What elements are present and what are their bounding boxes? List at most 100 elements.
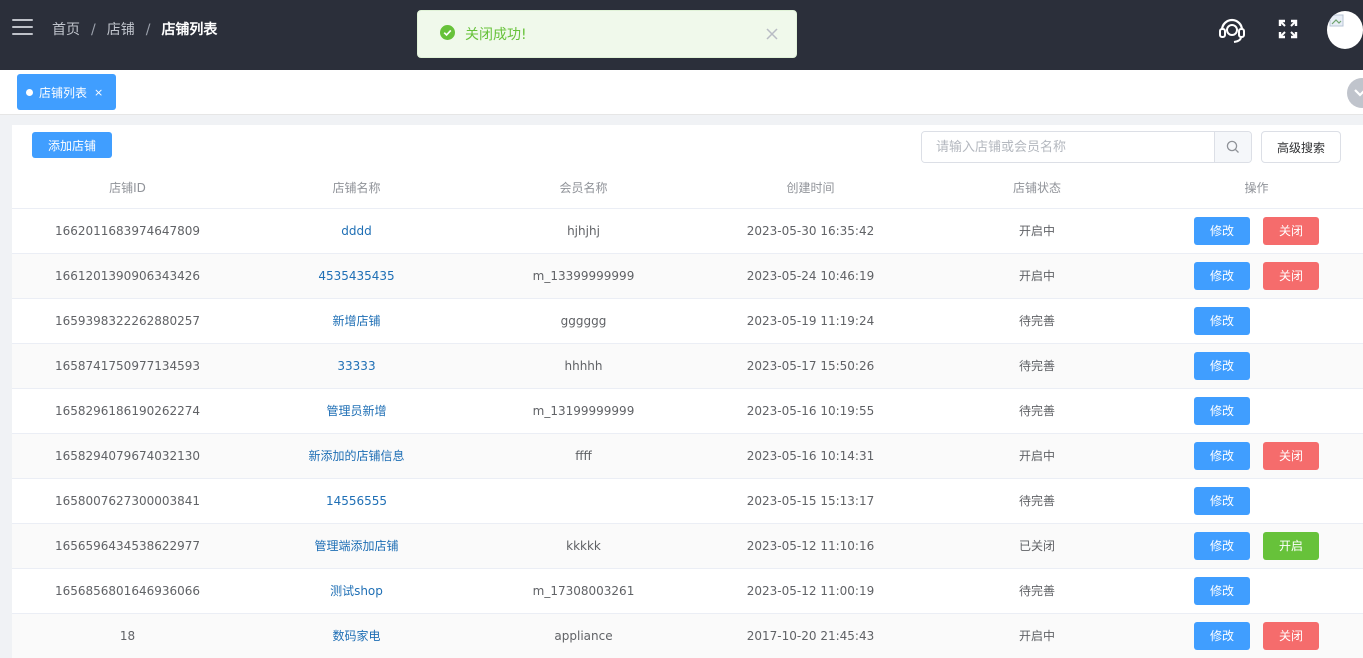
shop-name-link[interactable]: 测试shop	[330, 584, 383, 598]
member-name-cell: m_13199999999	[470, 388, 697, 434]
edit-button[interactable]: 修改	[1194, 486, 1250, 515]
shop-id-cell: 1658294079674032130	[12, 433, 243, 479]
action-group: 修改 开启	[1194, 531, 1319, 560]
shop-id-cell: 1658007627300003841	[12, 478, 243, 524]
shop-status-cell: 待完善	[924, 568, 1150, 614]
breadcrumb-current: 店铺列表	[161, 22, 218, 38]
close-shop-button[interactable]: 关闭	[1263, 621, 1319, 650]
actions-cell: 修改	[1150, 388, 1363, 434]
edit-button[interactable]: 修改	[1194, 351, 1250, 380]
close-icon[interactable]	[764, 26, 780, 42]
shop-id-cell: 1656856801646936066	[12, 568, 243, 614]
shop-status-cell: 待完善	[924, 388, 1150, 434]
created-time-cell: 2023-05-12 11:10:16	[697, 523, 924, 569]
action-group: 修改	[1194, 486, 1319, 515]
shop-name-link[interactable]: 14556555	[326, 494, 387, 508]
edit-button[interactable]: 修改	[1194, 306, 1250, 335]
action-group: 修改	[1194, 576, 1319, 605]
breadcrumb-home[interactable]: 首页	[52, 22, 80, 38]
shop-name-cell: 数码家电	[243, 613, 470, 658]
headset-icon[interactable]	[1215, 12, 1249, 46]
created-time-cell: 2023-05-30 16:35:42	[697, 208, 924, 254]
actions-cell: 修改 关闭	[1150, 613, 1363, 658]
success-icon	[440, 25, 455, 43]
table-row: 18 数码家电 appliance 2017-10-20 21:45:43 开启中 修改关…	[12, 613, 1363, 658]
shop-id-cell: 1661201390906343426	[12, 253, 243, 299]
shop-name-link[interactable]: 33333	[337, 359, 375, 373]
breadcrumb-shop[interactable]: 店铺	[107, 22, 135, 38]
action-group: 修改	[1194, 306, 1319, 335]
edit-button[interactable]: 修改	[1194, 441, 1250, 470]
shop-name-link[interactable]: 管理员新增	[326, 404, 386, 418]
shop-status-cell: 开启中	[924, 253, 1150, 299]
active-dot-icon	[26, 88, 33, 96]
table-row: 1656856801646936066 测试shop m_17308003261 20…	[12, 568, 1363, 614]
table-row: 1656596434538622977 管理端添加店铺 kkkkk 2023-05-1…	[12, 523, 1363, 569]
shop-id-cell: 1656596434538622977	[12, 523, 243, 569]
search-icon[interactable]	[1214, 132, 1251, 162]
action-group: 修改 关闭	[1194, 621, 1319, 650]
shop-id-cell: 18	[12, 613, 243, 658]
edit-button[interactable]: 修改	[1194, 216, 1250, 245]
table-row: 1658294079674032130 新添加的店铺信息 ffff 2023-05-1…	[12, 433, 1363, 479]
member-name-cell	[470, 478, 697, 524]
tab-label: 店铺列表	[39, 85, 88, 100]
fullscreen-icon[interactable]	[1271, 12, 1305, 46]
table-row: 1658296186190262274 管理员新增 m_13199999999 202…	[12, 388, 1363, 434]
created-time-cell: 2017-10-20 21:45:43	[697, 613, 924, 658]
collapse-icon[interactable]	[1347, 78, 1363, 108]
shop-status-cell: 已关闭	[924, 523, 1150, 569]
action-group: 修改 关闭	[1194, 441, 1319, 470]
shop-id-cell: 1659398322262880257	[12, 298, 243, 344]
shop-name-link[interactable]: 新增店铺	[332, 314, 380, 328]
shop-name-cell: dddd	[243, 208, 470, 254]
edit-button[interactable]: 修改	[1194, 576, 1250, 605]
close-shop-button[interactable]: 关闭	[1263, 216, 1319, 245]
edit-button[interactable]: 修改	[1194, 621, 1250, 650]
member-name-cell: appliance	[470, 613, 697, 658]
menu-icon[interactable]	[12, 19, 33, 37]
shop-name-link[interactable]: dddd	[341, 224, 371, 238]
edit-button[interactable]: 修改	[1194, 531, 1250, 560]
actions-cell: 修改 关闭	[1150, 433, 1363, 479]
edit-button[interactable]: 修改	[1194, 396, 1250, 425]
shop-name-link[interactable]: 4535435435	[318, 269, 394, 283]
shop-name-cell: 管理端添加店铺	[243, 523, 470, 569]
column-header: 创建时间	[697, 168, 924, 209]
created-time-cell: 2023-05-15 15:13:17	[697, 478, 924, 524]
add-shop-button[interactable]: 添加店铺	[32, 132, 112, 158]
table-row: 1658741750977134593 33333 hhhhh 2023-05-17 …	[12, 343, 1363, 389]
search-box	[921, 131, 1252, 163]
success-toast: 关闭成功!	[417, 10, 797, 58]
avatar[interactable]	[1327, 11, 1363, 49]
actions-cell: 修改 开启	[1150, 523, 1363, 569]
breadcrumb: 首页 / 店铺 / 店铺列表	[52, 22, 217, 38]
shop-name-cell: 新增店铺	[243, 298, 470, 344]
member-name-cell: hhhhh	[470, 343, 697, 389]
close-shop-button[interactable]: 关闭	[1263, 441, 1319, 470]
shop-name-cell: 新添加的店铺信息	[243, 433, 470, 479]
column-header: 店铺名称	[243, 168, 470, 209]
action-group: 修改 关闭	[1194, 261, 1319, 290]
advanced-search-button[interactable]: 高级搜索	[1261, 131, 1341, 163]
open-shop-button[interactable]: 开启	[1263, 531, 1319, 560]
tab-close-icon[interactable]: ×	[94, 86, 103, 99]
created-time-cell: 2023-05-16 10:19:55	[697, 388, 924, 434]
shop-name-cell: 管理员新增	[243, 388, 470, 434]
member-name-cell: m_13399999999	[470, 253, 697, 299]
tab-shop-list[interactable]: 店铺列表 ×	[17, 74, 116, 110]
search-input[interactable]	[922, 132, 1214, 162]
shop-name-link[interactable]: 管理端添加店铺	[314, 539, 398, 553]
created-time-cell: 2023-05-17 15:50:26	[697, 343, 924, 389]
shop-name-link[interactable]: 新添加的店铺信息	[308, 449, 404, 463]
shop-name-cell: 14556555	[243, 478, 470, 524]
member-name-cell: m_17308003261	[470, 568, 697, 614]
shop-status-cell: 待完善	[924, 478, 1150, 524]
actions-cell: 修改	[1150, 298, 1363, 344]
actions-cell: 修改 关闭	[1150, 208, 1363, 254]
shop-name-link[interactable]: 数码家电	[332, 629, 380, 643]
edit-button[interactable]: 修改	[1194, 261, 1250, 290]
actions-cell: 修改	[1150, 568, 1363, 614]
close-shop-button[interactable]: 关闭	[1263, 261, 1319, 290]
action-group: 修改	[1194, 351, 1319, 380]
